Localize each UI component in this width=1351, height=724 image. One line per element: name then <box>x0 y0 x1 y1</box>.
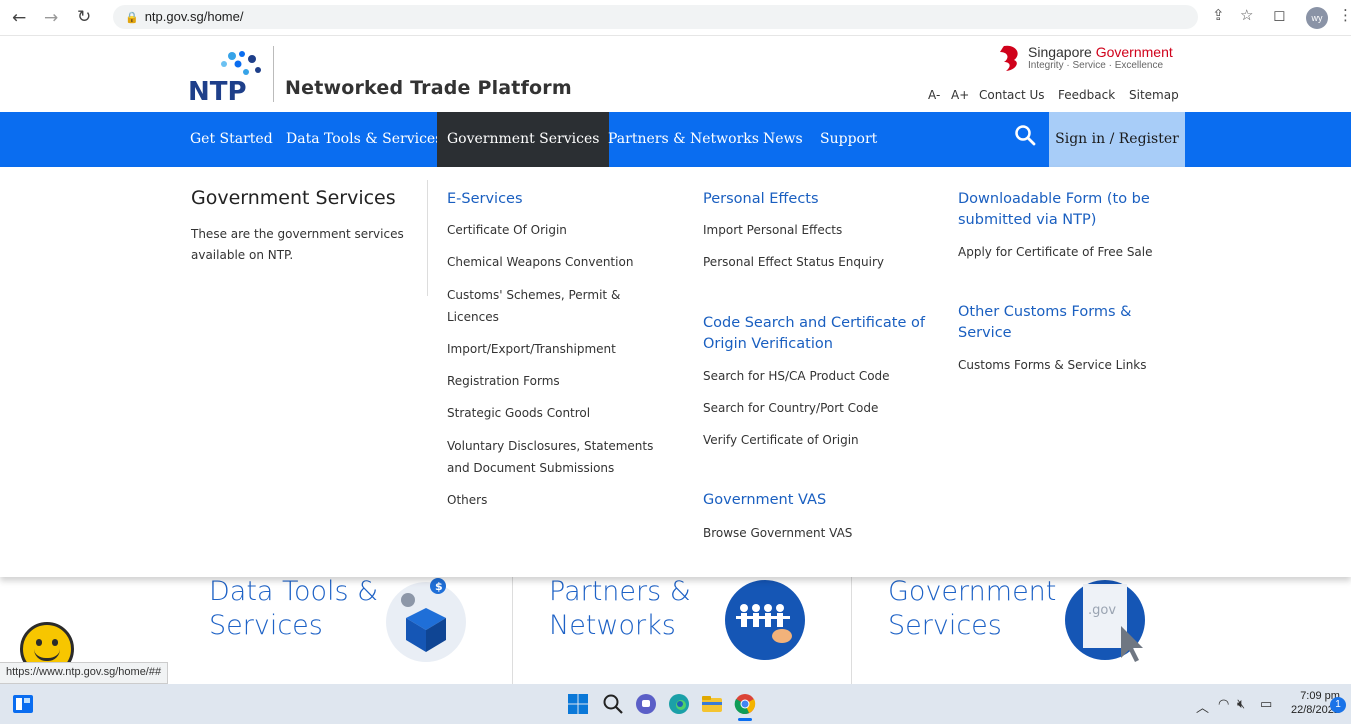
tile-divider <box>851 577 852 684</box>
notification-badge[interactable]: 1 <box>1330 697 1346 713</box>
menu-description: These are the government services availa… <box>191 227 404 262</box>
nav-data-tools[interactable]: Data Tools & Services <box>286 112 442 167</box>
sign-in-register-button[interactable]: Sign in / Register <box>1049 112 1185 167</box>
forward-icon[interactable]: → <box>44 8 58 28</box>
teams-chat-icon[interactable] <box>634 692 658 716</box>
heading-e-services[interactable]: E-Services <box>447 189 523 210</box>
nav-support[interactable]: Support <box>820 112 877 167</box>
link-customs-schemes[interactable]: Customs' Schemes, Permit & Licences <box>447 284 657 328</box>
link-chemical-weapons[interactable]: Chemical Weapons Convention <box>447 251 633 273</box>
profile-avatar[interactable]: wy <box>1306 7 1328 29</box>
gov-document-icon[interactable]: .gov <box>1061 578 1149 662</box>
widgets-icon[interactable] <box>11 692 35 716</box>
tile-divider <box>512 577 513 684</box>
heading-personal-effects[interactable]: Personal Effects <box>703 189 819 210</box>
link-voluntary-disclosures[interactable]: Voluntary Disclosures, Statements and Do… <box>447 435 672 479</box>
dollar-symbol: $ <box>435 580 443 593</box>
tile-data-tools[interactable]: Data Tools & Services <box>209 575 379 643</box>
address-text: ntp.gov.sg/home/ <box>144 9 244 24</box>
menu-title: Government Services <box>191 187 396 209</box>
tile-partners-networks[interactable]: Partners & Networks <box>549 575 719 643</box>
link-certificate-of-origin[interactable]: Certificate Of Origin <box>447 219 567 241</box>
link-strategic-goods[interactable]: Strategic Goods Control <box>447 402 590 424</box>
search-taskbar-icon[interactable] <box>601 692 625 716</box>
battery-icon[interactable]: ▭ <box>1260 697 1272 712</box>
link-hs-ca-code[interactable]: Search for HS/CA Product Code <box>703 365 890 387</box>
share-icon[interactable]: ⇪ <box>1212 6 1225 24</box>
wifi-icon[interactable]: ◠ <box>1218 697 1229 712</box>
smiley-eye <box>52 639 58 646</box>
gov-badge-text: .gov <box>1088 603 1116 618</box>
nav-news[interactable]: News <box>763 112 803 167</box>
sitemap-link[interactable]: Sitemap <box>1129 88 1179 102</box>
data-tools-icon[interactable]: $ <box>384 578 469 662</box>
link-import-export[interactable]: Import/Export/Transhipment <box>447 338 616 360</box>
show-hidden-icons-icon[interactable]: ︿ <box>1196 697 1209 716</box>
logo-divider <box>273 46 274 102</box>
smiley-mouth <box>34 649 60 661</box>
site-brand-name[interactable]: Networked Trade Platform <box>285 77 572 99</box>
heading-government-vas[interactable]: Government VAS <box>703 490 826 511</box>
nav-partners-networks[interactable]: Partners & Networks <box>608 112 759 167</box>
link-registration-forms[interactable]: Registration Forms <box>447 370 560 392</box>
link-others[interactable]: Others <box>447 489 487 511</box>
font-increase-link[interactable]: A+ <box>951 88 969 102</box>
file-explorer-icon[interactable] <box>700 692 724 716</box>
menu-divider <box>427 180 428 296</box>
logo-text: NTP <box>188 77 247 102</box>
heading-other-customs-forms[interactable]: Other Customs Forms & Service <box>958 302 1148 344</box>
heading-downloadable-form[interactable]: Downloadable Form (to be submitted via N… <box>958 189 1163 231</box>
link-country-port-code[interactable]: Search for Country/Port Code <box>703 397 878 419</box>
nav-government-services[interactable]: Government Services <box>437 112 610 167</box>
edge-browser-icon[interactable] <box>667 692 691 716</box>
link-certificate-free-sale[interactable]: Apply for Certificate of Free Sale <box>958 241 1153 263</box>
address-bar[interactable]: 🔒 ntp.gov.sg/home/ <box>113 5 1198 29</box>
volume-muted-icon[interactable]: 🔇︎ <box>1237 697 1245 712</box>
singapore-lion-logo <box>1000 45 1018 71</box>
partners-people-icon[interactable] <box>722 578 808 662</box>
heading-code-search[interactable]: Code Search and Certificate of Origin Ve… <box>703 313 931 355</box>
search-icon[interactable] <box>1014 124 1036 146</box>
chrome-browser-icon[interactable] <box>733 692 757 716</box>
sg-government-title: Singapore Government <box>1028 44 1173 60</box>
side-panel-icon[interactable]: ◻ <box>1273 6 1285 24</box>
link-personal-effect-status[interactable]: Personal Effect Status Enquiry <box>703 251 884 273</box>
sg-government-tagline: Integrity · Service · Excellence <box>1028 60 1164 71</box>
link-verify-certificate[interactable]: Verify Certificate of Origin <box>703 429 859 451</box>
link-import-personal-effects[interactable]: Import Personal Effects <box>703 219 842 241</box>
active-app-indicator <box>738 718 752 721</box>
contact-us-link[interactable]: Contact Us <box>979 88 1045 102</box>
nav-get-started[interactable]: Get Started <box>190 112 273 167</box>
windows-start-icon[interactable] <box>566 692 590 716</box>
font-decrease-link[interactable]: A- <box>928 88 940 102</box>
reload-icon[interactable]: ↻ <box>77 7 91 27</box>
back-icon[interactable]: ← <box>12 8 26 28</box>
smiley-eye <box>36 639 42 646</box>
bookmark-star-icon[interactable]: ☆ <box>1240 6 1253 24</box>
ntp-logo[interactable]: NTP <box>188 50 268 102</box>
menu-icon[interactable]: ⋮ <box>1338 6 1351 24</box>
tile-government-services[interactable]: Government Services <box>888 575 1058 643</box>
lock-icon: 🔒 <box>125 12 139 24</box>
link-customs-forms-service[interactable]: Customs Forms & Service Links <box>958 354 1147 376</box>
feedback-link[interactable]: Feedback <box>1058 88 1115 102</box>
link-hover-status: https://www.ntp.gov.sg/home/## <box>0 662 169 684</box>
link-browse-vas[interactable]: Browse Government VAS <box>703 522 852 544</box>
